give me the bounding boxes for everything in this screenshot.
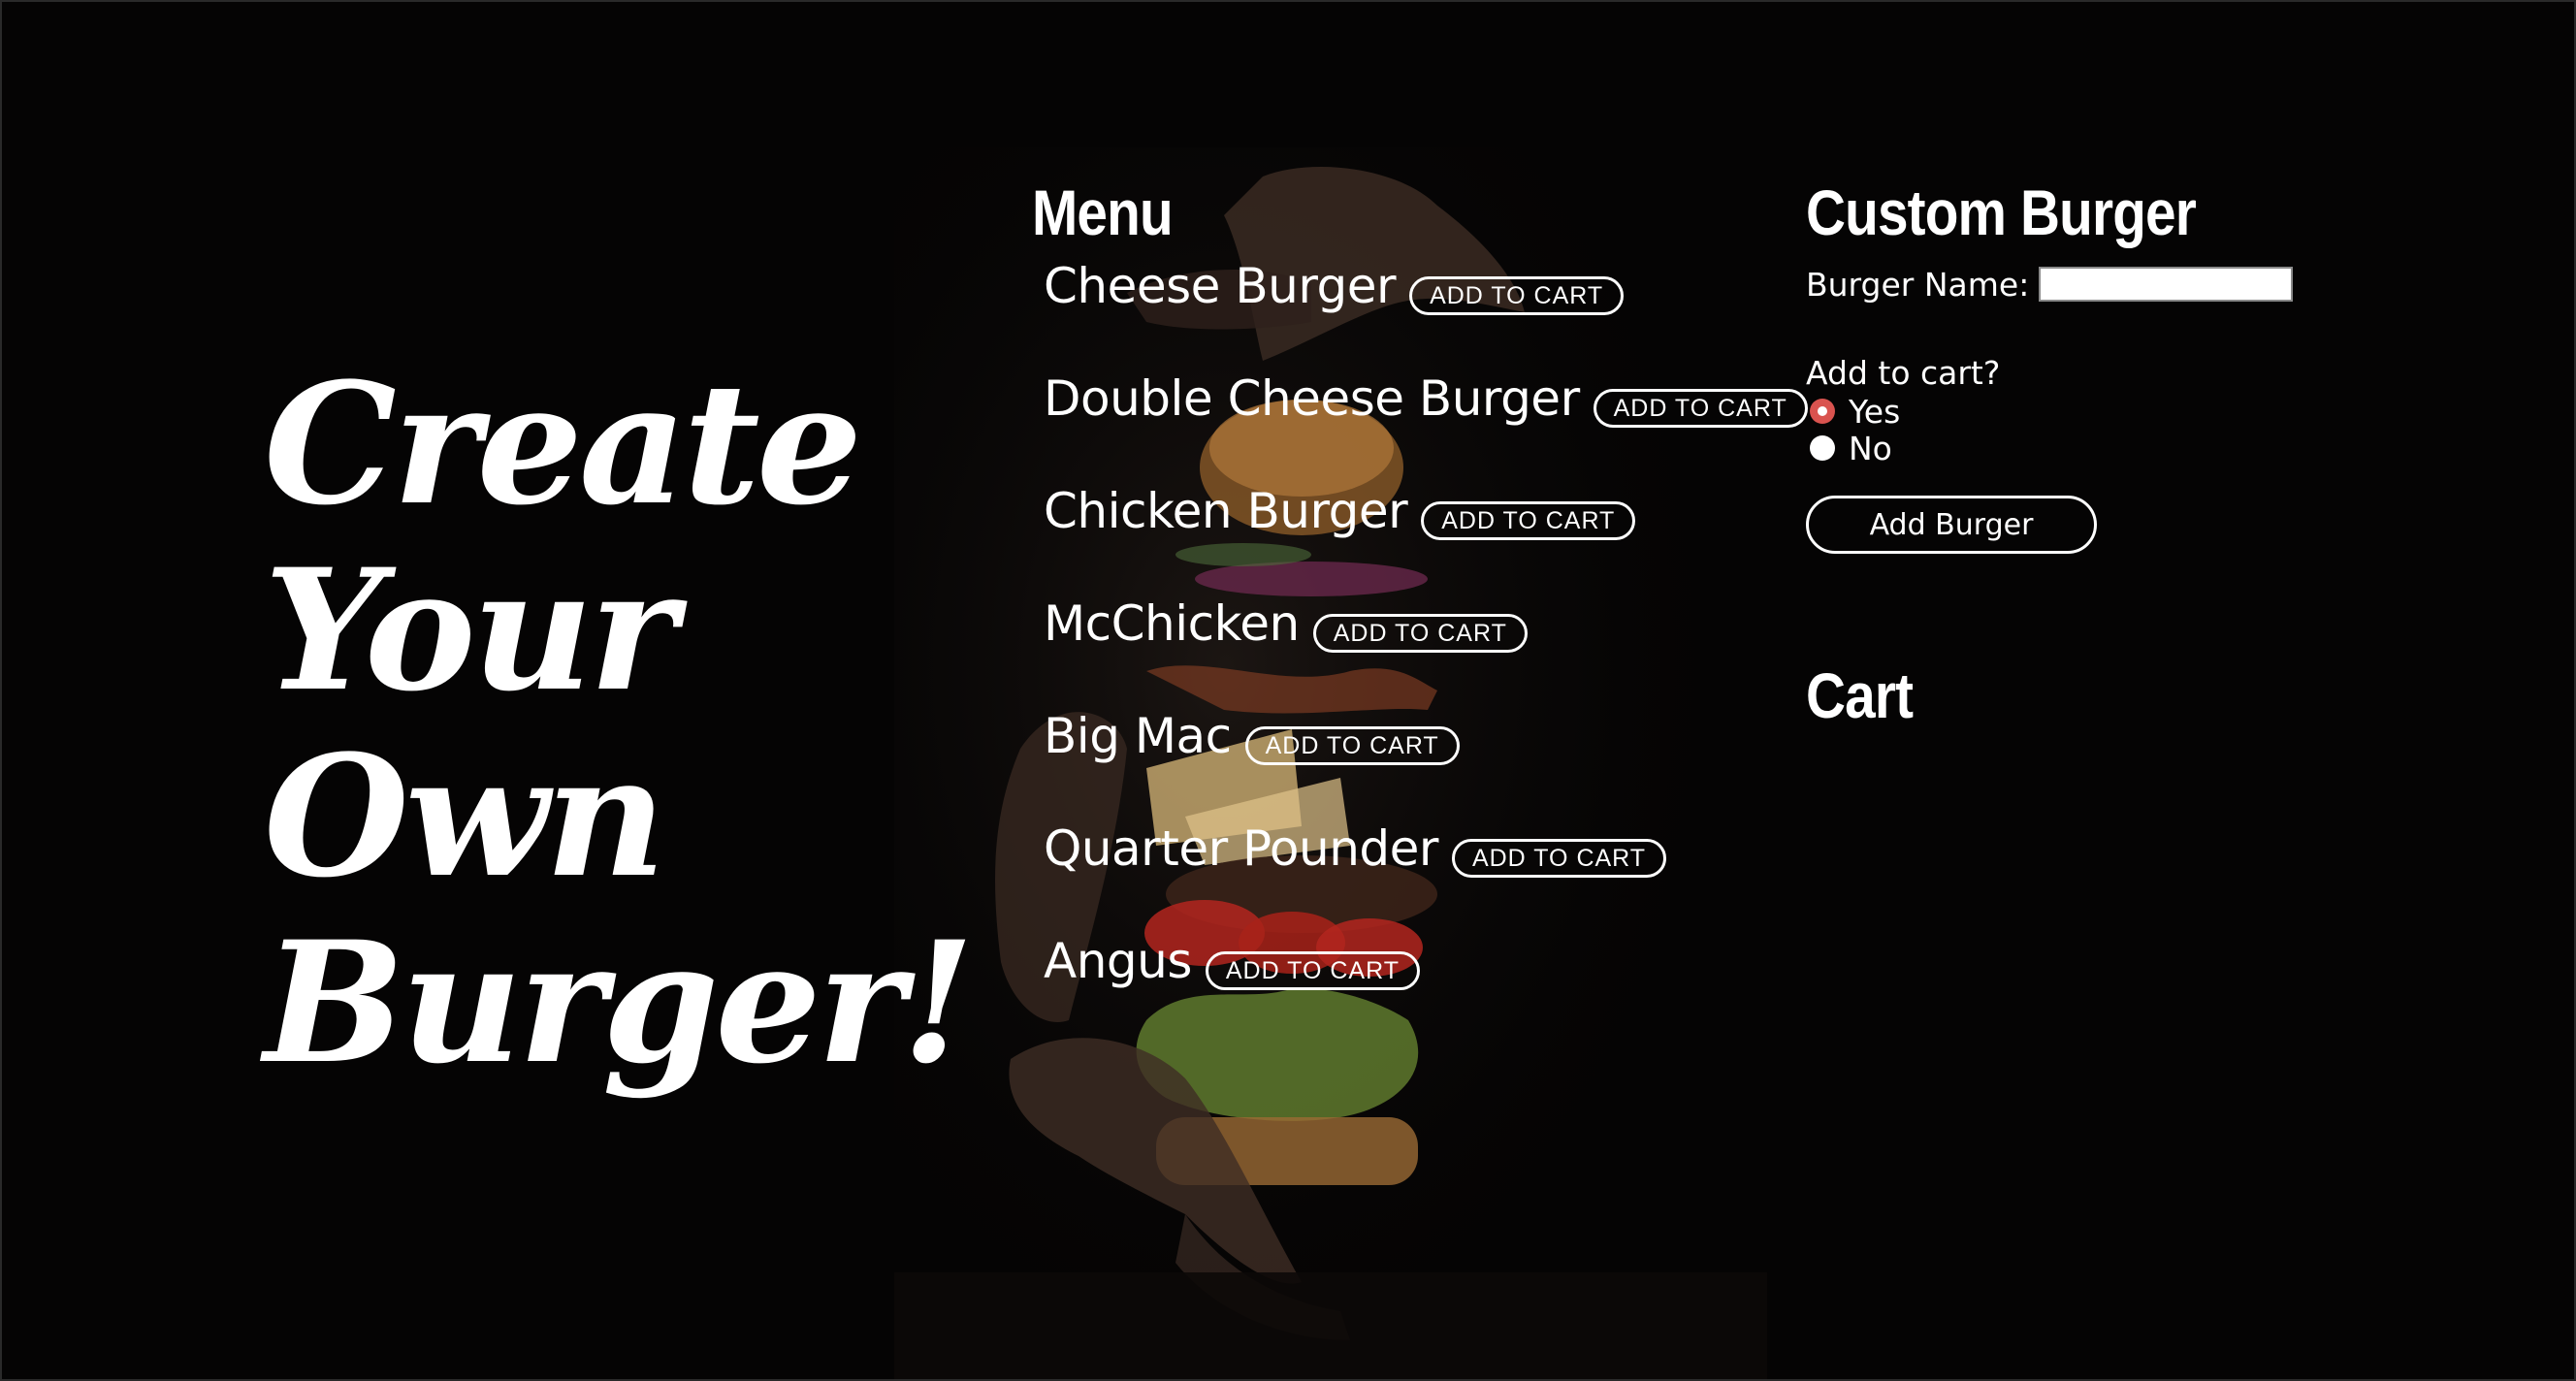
radio-no[interactable] [1810,435,1835,461]
menu-item: Double Cheese Burger ADD TO CART [1044,368,1808,480]
menu-item: McChicken ADD TO CART [1044,593,1788,705]
add-to-cart-button[interactable]: ADD TO CART [1451,839,1667,878]
hero-line: Burger! [264,904,975,1101]
radio-option-yes[interactable]: Yes [1806,392,2504,431]
cart-title: Cart [1806,659,1914,731]
hero-line: Create [264,345,862,542]
menu-title: Menu [1032,177,1174,248]
add-to-cart-button[interactable]: ADD TO CART [1244,726,1460,765]
menu-item-name: Big Mac [1044,708,1232,764]
menu-item-name: Cheese Burger [1044,258,1397,314]
radio-yes[interactable] [1810,399,1835,424]
add-to-cart-button[interactable]: ADD TO CART [1409,276,1625,315]
menu-section: Menu Cheese Burger ADD TO CART Double Ch… [1032,172,1808,1043]
radio-no-label: No [1849,429,1892,467]
custom-burger-section: Custom Burger Burger Name: Add to cart? … [1806,172,2504,736]
menu-item-name: Angus [1044,933,1192,989]
page: Create Your Own Burger! Menu Cheese Burg… [0,0,2576,1381]
menu-item: Cheese Burger ADD TO CART [1044,255,1788,368]
menu-item: Angus ADD TO CART [1044,930,1788,1043]
menu-item-name: McChicken [1044,595,1300,652]
hero-title: Create Your Own Burger! [264,345,975,1101]
hero-line: Your [264,531,677,728]
menu-list: Cheese Burger ADD TO CART Double Cheese … [1032,255,1808,1043]
add-to-cart-button[interactable]: ADD TO CART [1205,951,1420,990]
radio-yes-label: Yes [1849,392,1901,431]
add-to-cart-button[interactable]: ADD TO CART [1421,501,1636,540]
burger-name-row: Burger Name: [1806,259,2504,309]
menu-item: Big Mac ADD TO CART [1044,705,1788,818]
menu-item-name: Quarter Pounder [1044,820,1438,877]
add-to-cart-button[interactable]: ADD TO CART [1593,389,1808,428]
menu-item-name: Double Cheese Burger [1044,370,1580,427]
add-burger-button[interactable]: Add Burger [1806,496,2097,554]
custom-burger-title: Custom Burger [1806,177,2197,248]
burger-name-label: Burger Name: [1806,265,2030,304]
hero-line: Own [264,718,666,915]
add-to-cart-button[interactable]: ADD TO CART [1312,614,1528,653]
add-to-cart-question: Add to cart? [1806,354,2001,392]
menu-item-name: Chicken Burger [1044,483,1408,539]
radio-option-no[interactable]: No [1806,429,2504,467]
menu-item: Quarter Pounder ADD TO CART [1044,818,1788,930]
burger-name-input[interactable] [2039,267,2294,302]
menu-item: Chicken Burger ADD TO CART [1044,480,1788,593]
